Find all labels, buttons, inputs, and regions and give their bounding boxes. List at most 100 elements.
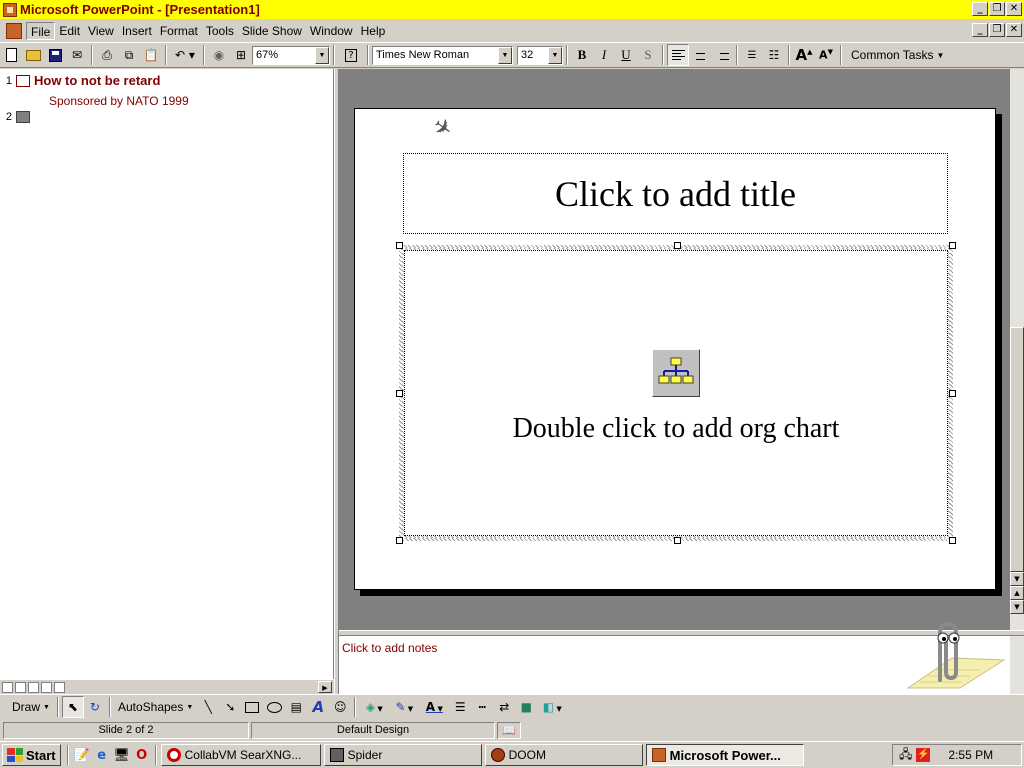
- slide-canvas[interactable]: ✈ Click to add title Double click to add…: [354, 108, 996, 590]
- font-size-select[interactable]: 32 ▼: [517, 45, 563, 65]
- title-placeholder[interactable]: Click to add title: [403, 153, 948, 234]
- font-name-select[interactable]: Times New Roman ▼: [372, 45, 513, 65]
- print-button[interactable]: ⎙: [96, 44, 118, 66]
- scroll-right-icon[interactable]: ▶: [318, 681, 332, 693]
- shadow-button[interactable]: S: [637, 44, 659, 66]
- resize-handle[interactable]: [674, 537, 681, 544]
- quicklaunch-ie-icon[interactable]: e: [92, 745, 112, 765]
- clock[interactable]: 2:55 PM: [948, 748, 993, 762]
- numbering-button[interactable]: ☰: [741, 44, 763, 66]
- normal-view-icon[interactable]: [2, 681, 13, 693]
- slide-sorter-view-icon[interactable]: [41, 681, 52, 693]
- outline-slide-title[interactable]: How to not be retard: [34, 73, 160, 88]
- resize-handle[interactable]: [396, 390, 403, 397]
- chevron-down-icon[interactable]: ▼: [498, 46, 512, 64]
- underline-button[interactable]: U: [615, 44, 637, 66]
- menu-insert[interactable]: Insert: [118, 22, 156, 40]
- resize-handle[interactable]: [949, 390, 956, 397]
- outline-slide-1[interactable]: 1 How to not be retard: [0, 73, 161, 88]
- zoom-select[interactable]: 67% ▼: [252, 45, 330, 65]
- email-button[interactable]: ✉: [66, 44, 88, 66]
- menu-help[interactable]: Help: [357, 22, 390, 40]
- org-chart-icon[interactable]: [652, 349, 700, 397]
- close-icon[interactable]: ✕: [1006, 2, 1022, 16]
- quicklaunch-desktop-icon[interactable]: 🖥: [112, 745, 132, 765]
- scrollbar-thumb[interactable]: [1010, 327, 1024, 572]
- insert-table-button[interactable]: ⊞: [230, 44, 252, 66]
- resize-handle[interactable]: [949, 537, 956, 544]
- notes-scrollbar[interactable]: [1010, 636, 1024, 694]
- font-color-button[interactable]: A ▼: [419, 696, 449, 718]
- paste-button[interactable]: 📋: [140, 44, 162, 66]
- office-assistant[interactable]: [900, 618, 1010, 694]
- resize-handle[interactable]: [396, 537, 403, 544]
- draw-menu-button[interactable]: Draw ▼: [8, 700, 54, 714]
- restore-icon[interactable]: ❐: [989, 2, 1005, 16]
- arrow-button[interactable]: ➘: [219, 696, 241, 718]
- undo-button[interactable]: ↶ ▾: [170, 44, 200, 66]
- line-color-button[interactable]: ✎ ▼: [389, 696, 419, 718]
- alert-tray-icon[interactable]: ⚡: [916, 748, 931, 762]
- bold-button[interactable]: B: [571, 44, 593, 66]
- menu-format[interactable]: Format: [156, 22, 202, 40]
- outline-slide-2[interactable]: 2: [0, 111, 34, 123]
- wordart-button[interactable]: A: [307, 696, 329, 718]
- resize-handle[interactable]: [396, 242, 403, 249]
- menu-tools[interactable]: Tools: [202, 22, 238, 40]
- outline-slide-subtitle[interactable]: Sponsored by NATO 1999: [49, 94, 189, 108]
- minimize-icon[interactable]: _: [972, 2, 988, 16]
- slide-show-view-icon[interactable]: [54, 681, 65, 693]
- menu-window[interactable]: Window: [306, 22, 357, 40]
- document-icon[interactable]: [6, 22, 22, 39]
- powerpoint-app-icon[interactable]: [3, 2, 17, 17]
- free-rotate-button[interactable]: ↻: [84, 696, 106, 718]
- align-left-button[interactable]: [667, 44, 689, 66]
- doc-restore-icon[interactable]: ❐: [989, 23, 1005, 37]
- menu-edit[interactable]: Edit: [55, 22, 84, 40]
- design-status[interactable]: Default Design: [251, 721, 495, 739]
- dash-style-button[interactable]: ┅: [471, 696, 493, 718]
- open-button[interactable]: [22, 44, 44, 66]
- quicklaunch-opera-icon[interactable]: O: [132, 745, 152, 765]
- previous-slide-icon[interactable]: ▲: [1010, 586, 1024, 600]
- line-button[interactable]: ╲: [197, 696, 219, 718]
- hyperlink-button[interactable]: ◉: [208, 44, 230, 66]
- title-bar[interactable]: Microsoft PowerPoint - [Presentation1] _…: [0, 0, 1024, 19]
- text-box-button[interactable]: ▤: [285, 696, 307, 718]
- arrow-style-button[interactable]: ⇄: [493, 696, 515, 718]
- slide-view-icon[interactable]: [28, 681, 39, 693]
- decrease-font-button[interactable]: A▼: [815, 44, 837, 66]
- start-button[interactable]: Start: [2, 744, 61, 766]
- spelling-status-icon[interactable]: 📖: [497, 721, 521, 739]
- save-button[interactable]: [44, 44, 66, 66]
- oval-button[interactable]: [263, 696, 285, 718]
- network-tray-icon[interactable]: 🖧: [899, 745, 912, 766]
- menu-slide-show[interactable]: Slide Show: [238, 22, 306, 40]
- clip-art-button[interactable]: ☺: [329, 696, 351, 718]
- chevron-down-icon[interactable]: ▼: [315, 46, 329, 64]
- shadow-style-button[interactable]: ■: [515, 696, 537, 718]
- fill-color-button[interactable]: ◈ ▼: [359, 696, 389, 718]
- bullets-button[interactable]: ☷: [763, 44, 785, 66]
- task-collabvm[interactable]: CollabVM SearXNG...: [160, 744, 321, 766]
- scroll-down-icon[interactable]: ▼: [1010, 572, 1024, 586]
- chevron-down-icon[interactable]: ▼: [548, 46, 562, 64]
- next-slide-icon[interactable]: ▼: [1010, 600, 1024, 614]
- quicklaunch-notepad-icon[interactable]: 📝: [72, 745, 92, 765]
- orgchart-placeholder[interactable]: Double click to add org chart: [396, 242, 956, 544]
- notes-placeholder[interactable]: Click to add notes: [342, 641, 437, 655]
- outline-view-icon[interactable]: [15, 681, 26, 693]
- autoshapes-menu-button[interactable]: AutoShapes ▼: [114, 700, 197, 714]
- copy-button[interactable]: ⧉: [118, 44, 140, 66]
- help-button[interactable]: ?: [338, 44, 364, 66]
- resize-handle[interactable]: [674, 242, 681, 249]
- slide-vertical-scrollbar[interactable]: ▼ ▲ ▼: [1010, 69, 1024, 630]
- increase-font-button[interactable]: A▲: [793, 44, 815, 66]
- task-doom[interactable]: DOOM: [484, 744, 643, 766]
- doc-minimize-icon[interactable]: _: [972, 23, 988, 37]
- align-center-button[interactable]: [689, 44, 711, 66]
- menu-file[interactable]: File: [26, 21, 56, 40]
- task-powerpoint[interactable]: Microsoft Power...: [645, 744, 804, 766]
- italic-button[interactable]: I: [593, 44, 615, 66]
- select-objects-button[interactable]: ⬉: [61, 696, 84, 718]
